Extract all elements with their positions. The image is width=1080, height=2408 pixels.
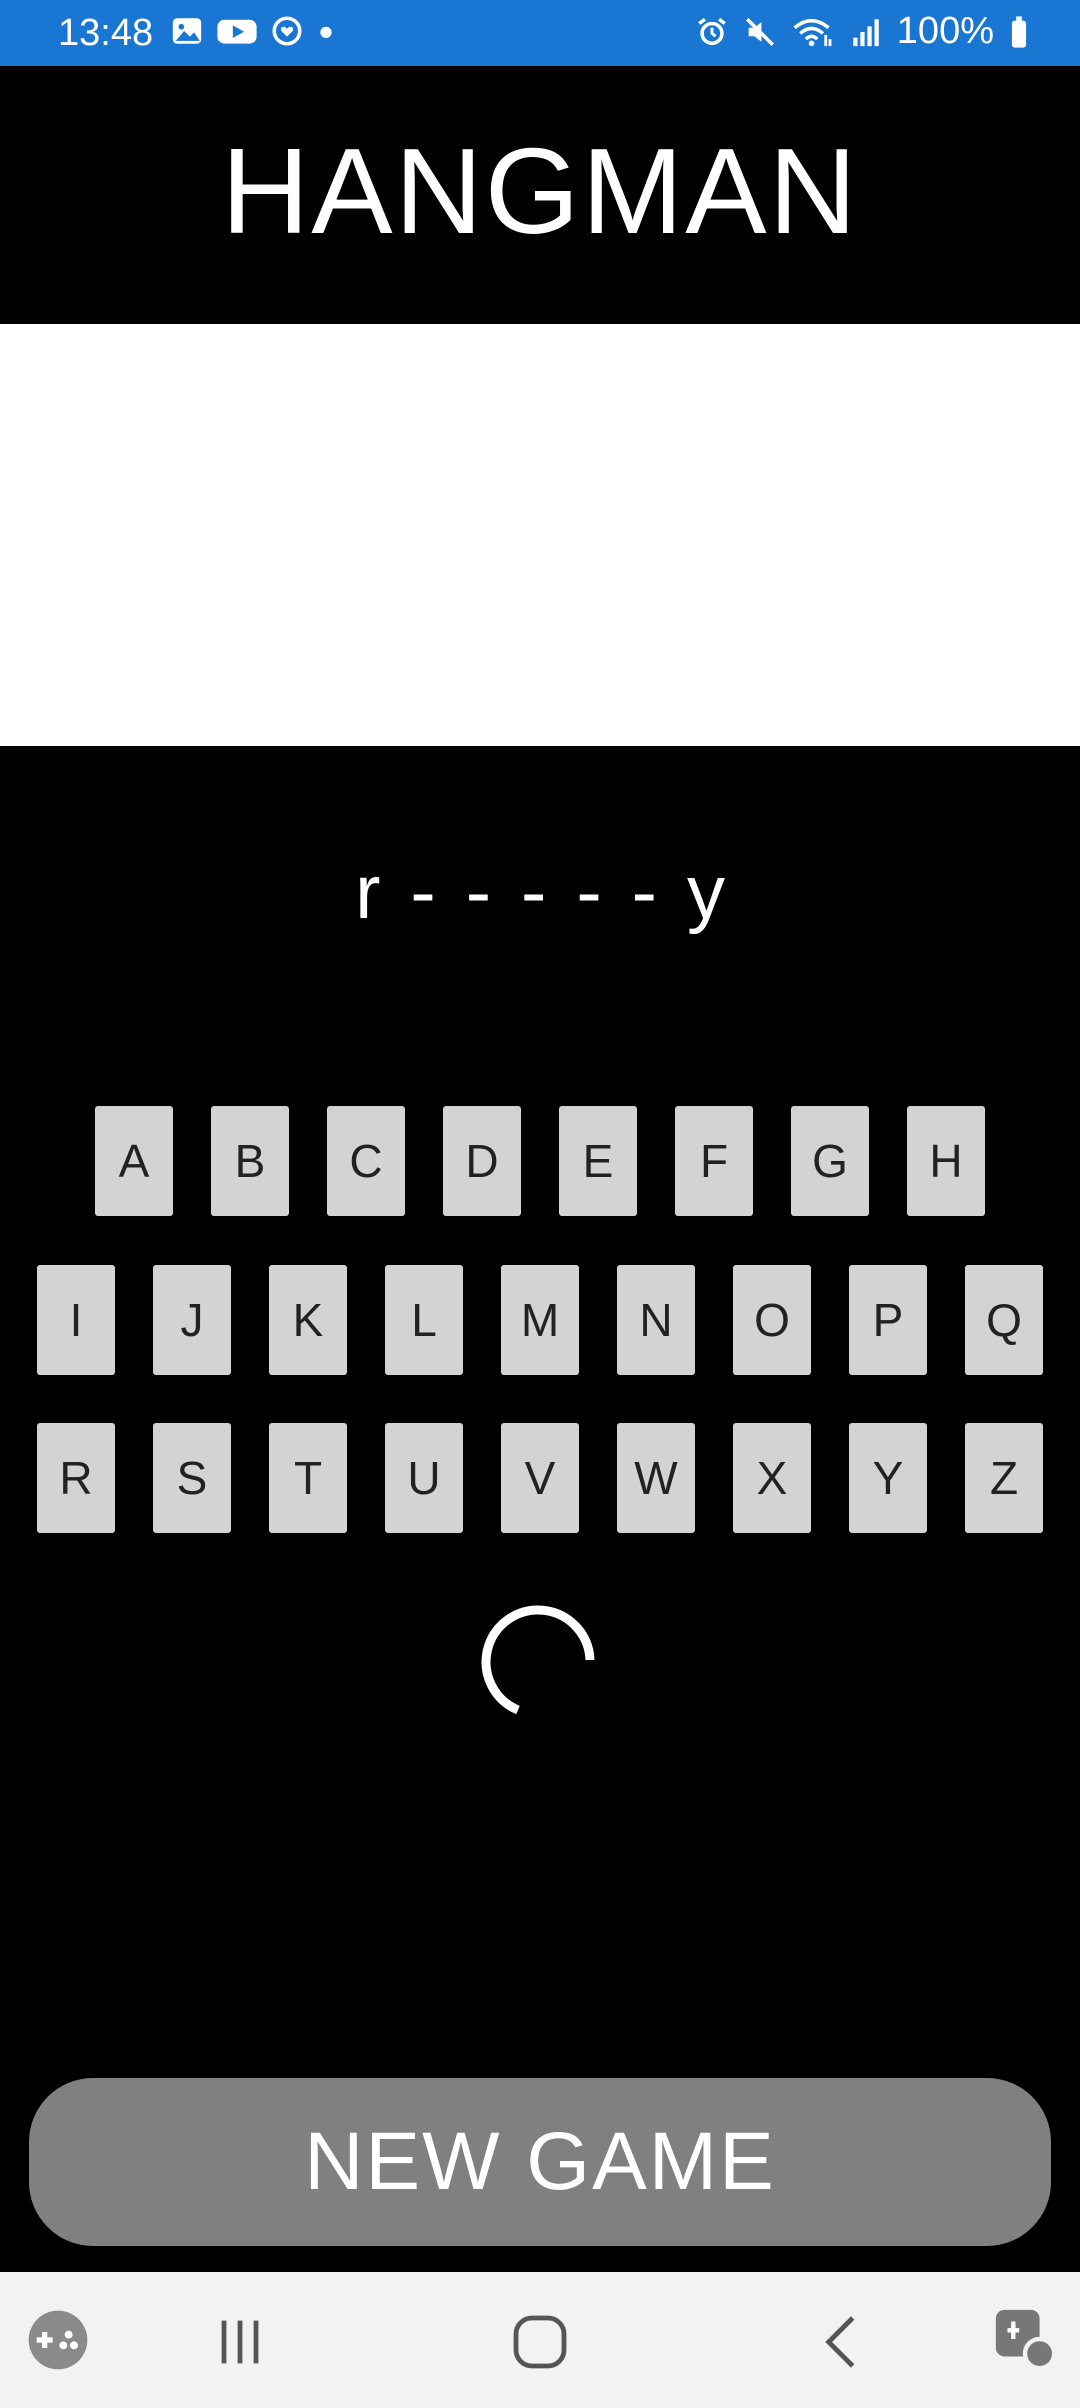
- system-icons: 100%: [695, 10, 1030, 53]
- key-v[interactable]: V: [501, 1423, 579, 1533]
- word-letter: -: [521, 850, 547, 935]
- notification-icons: [170, 14, 336, 48]
- key-s[interactable]: S: [153, 1423, 231, 1533]
- word-letter: -: [576, 850, 602, 935]
- key-x[interactable]: X: [733, 1423, 811, 1533]
- new-game-button[interactable]: NEW GAME: [29, 2078, 1051, 2246]
- wifi-icon: [793, 18, 832, 46]
- key-m[interactable]: M: [501, 1265, 579, 1375]
- battery-icon: [1011, 15, 1027, 48]
- signal-icon: [853, 18, 879, 46]
- dot-icon: [320, 26, 332, 39]
- status-bar: 13:48 100%: [0, 0, 1080, 66]
- key-a[interactable]: A: [95, 1106, 173, 1216]
- key-f[interactable]: F: [675, 1106, 753, 1216]
- key-d[interactable]: D: [443, 1106, 521, 1216]
- navigation-bar: [0, 2272, 1080, 2408]
- keyboard-row-3: R S T U V W X Y Z: [0, 1423, 1080, 1533]
- mute-icon: [745, 17, 774, 46]
- key-z[interactable]: Z: [965, 1423, 1043, 1533]
- key-q[interactable]: Q: [965, 1265, 1043, 1375]
- home-icon[interactable]: [508, 2310, 572, 2374]
- back-icon[interactable]: [810, 2310, 874, 2374]
- game-launcher-icon[interactable]: [26, 2308, 90, 2372]
- word-letter: r: [355, 850, 381, 935]
- word-letter: -: [410, 850, 436, 935]
- key-w[interactable]: W: [617, 1423, 695, 1533]
- hangman-drawing-area: [0, 324, 1080, 746]
- keyboard-row-2: I J K L M N O P Q: [0, 1265, 1080, 1375]
- key-n[interactable]: N: [617, 1265, 695, 1375]
- key-p[interactable]: P: [849, 1265, 927, 1375]
- word-letter: -: [465, 850, 491, 935]
- keyboard-row-1: A B C D E F G H: [0, 1106, 1080, 1216]
- key-b[interactable]: B: [211, 1106, 289, 1216]
- key-c[interactable]: C: [327, 1106, 405, 1216]
- key-e[interactable]: E: [559, 1106, 637, 1216]
- key-h[interactable]: H: [907, 1106, 985, 1216]
- battery-percent: 100%: [896, 10, 994, 52]
- word-letter: -: [631, 850, 657, 935]
- youtube-icon: [217, 19, 257, 44]
- key-i[interactable]: I: [37, 1265, 115, 1375]
- key-l[interactable]: L: [385, 1265, 463, 1375]
- word-display: r-----y: [0, 855, 1080, 931]
- key-r[interactable]: R: [37, 1423, 115, 1533]
- key-o[interactable]: O: [733, 1265, 811, 1375]
- loading-spinner-icon: [481, 1605, 595, 1715]
- alarm-icon: [697, 17, 726, 45]
- key-t[interactable]: T: [269, 1423, 347, 1533]
- accessibility-icon[interactable]: [990, 2304, 1060, 2374]
- key-g[interactable]: G: [791, 1106, 869, 1216]
- status-time: 13:48: [58, 12, 154, 54]
- gallery-icon: [172, 18, 202, 44]
- word-letter: y: [686, 850, 725, 935]
- app-title: HANGMAN: [221, 123, 859, 259]
- title-bar: HANGMAN: [0, 66, 1080, 324]
- health-icon: [272, 16, 302, 46]
- key-j[interactable]: J: [153, 1265, 231, 1375]
- key-k[interactable]: K: [269, 1265, 347, 1375]
- recents-icon[interactable]: [208, 2310, 272, 2374]
- key-u[interactable]: U: [385, 1423, 463, 1533]
- key-y[interactable]: Y: [849, 1423, 927, 1533]
